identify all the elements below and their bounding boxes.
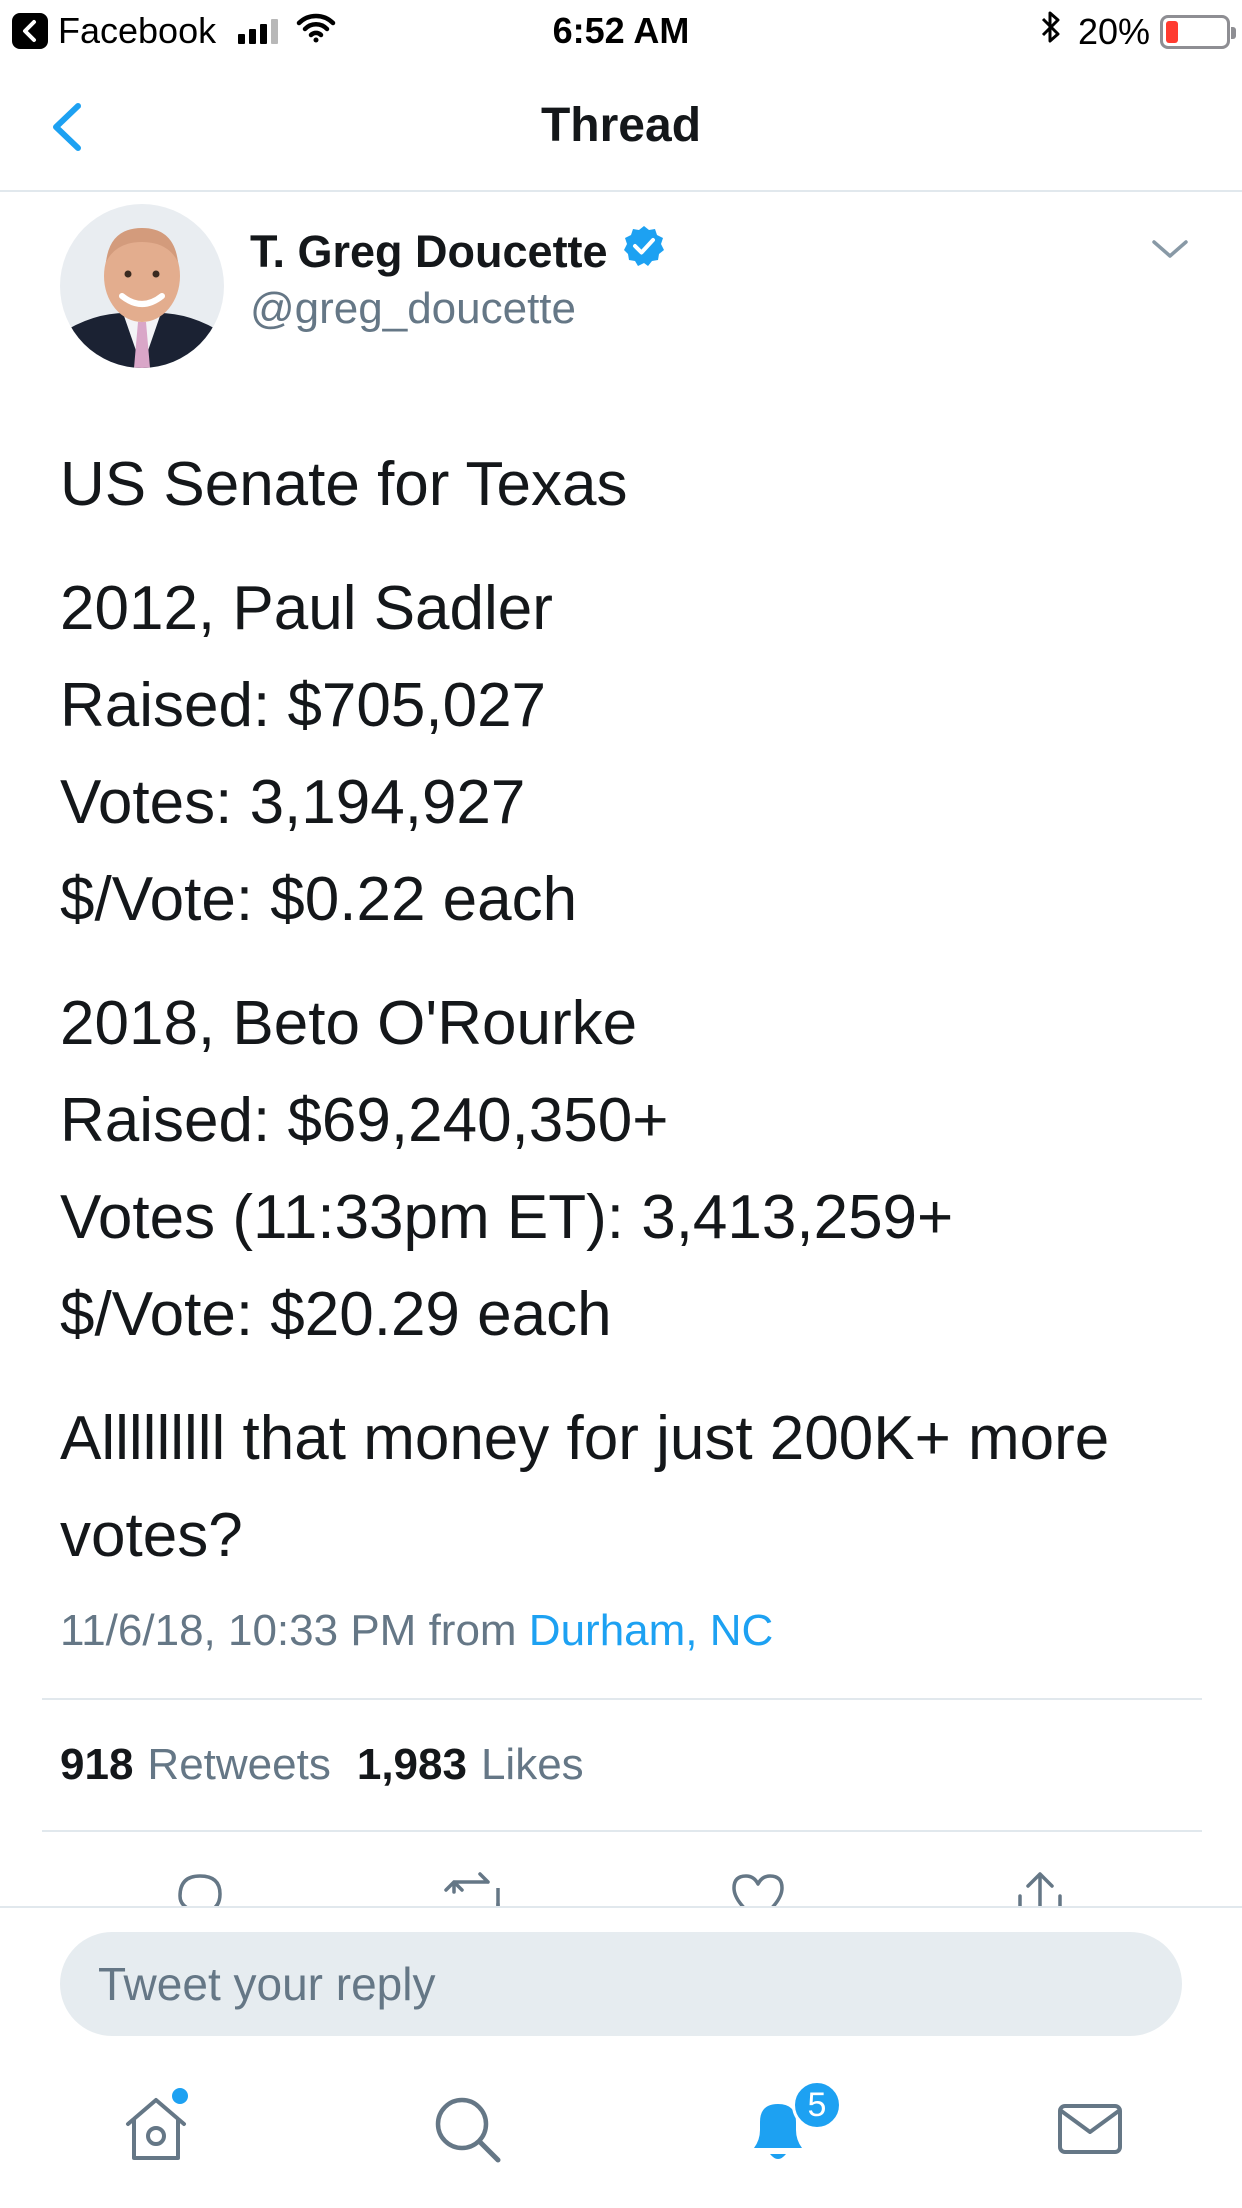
tab-bar [0, 2090, 1242, 2190]
chevron-down-icon [1152, 240, 1188, 258]
status-bar: Facebook 6:52 AM 20% [0, 0, 1242, 62]
retweets-label: Retweets [147, 1740, 331, 1789]
page-title: Thread [540, 99, 702, 152]
tweet-location-link[interactable]: Durham, NC [529, 1606, 774, 1655]
retweets-stat[interactable]: 918 Retweets [60, 1740, 331, 1790]
from-label: from [428, 1606, 517, 1655]
battery-level [1166, 20, 1178, 43]
retweets-count: 918 [60, 1740, 134, 1789]
divider [42, 1830, 1202, 1832]
tweet-author-name[interactable]: T. Greg Doucette [250, 224, 666, 279]
tab-home[interactable] [116, 2090, 196, 2180]
likes-label: Likes [480, 1740, 584, 1789]
share-icon[interactable] [1010, 1868, 1070, 1906]
tweet-text: US Senate for Texas 2012, Paul Sadler Ra… [60, 436, 1200, 1611]
status-bar-right: 20% [1040, 10, 1236, 53]
nav-bar: Thread [0, 62, 1242, 192]
tweet-paragraph: 2012, Paul Sadler Raised: $705,027 Votes… [60, 574, 578, 934]
battery-icon [1160, 14, 1236, 49]
likes-stat[interactable]: 1,983 Likes [357, 1740, 584, 1790]
bluetooth-icon [1040, 10, 1062, 53]
likes-count: 1,983 [356, 1740, 467, 1789]
divider [42, 1698, 1202, 1700]
tab-search[interactable] [428, 2090, 508, 2180]
tweet-author-handle[interactable]: @greg_doucette [250, 284, 576, 334]
tweet-meta: 11/6/18, 10:33 PM from Durham, NC [60, 1606, 773, 1656]
tweet-paragraph: US Senate for Texas [60, 450, 628, 519]
tweet-actions [0, 1860, 1242, 1906]
reply-input[interactable] [60, 1932, 1182, 2036]
verified-badge-icon [622, 224, 666, 279]
like-icon[interactable] [728, 1868, 788, 1906]
home-unread-dot [172, 2088, 188, 2104]
notifications-badge: 5 [792, 2080, 842, 2130]
tweet-timestamp: 11/6/18, 10:33 PM [60, 1606, 417, 1655]
battery-percent: 20% [1077, 10, 1150, 52]
display-name-text[interactable]: T. Greg Doucette [250, 226, 608, 278]
retweet-icon[interactable] [444, 1868, 508, 1906]
search-icon [435, 2097, 501, 2163]
tab-messages[interactable] [1050, 2090, 1130, 2180]
avatar[interactable] [60, 204, 224, 368]
tweet-paragraph: Alllllllll that money for just 200K+ mor… [60, 1404, 1110, 1570]
tweet-options-button[interactable] [1150, 238, 1190, 267]
reply-icon[interactable] [170, 1868, 230, 1906]
tweet-paragraph: 2018, Beto O'Rourke Raised: $69,240,350+… [60, 989, 954, 1349]
tweet-stats: 918 Retweets 1,983 Likes [60, 1740, 610, 1790]
mail-icon [1058, 2104, 1122, 2154]
